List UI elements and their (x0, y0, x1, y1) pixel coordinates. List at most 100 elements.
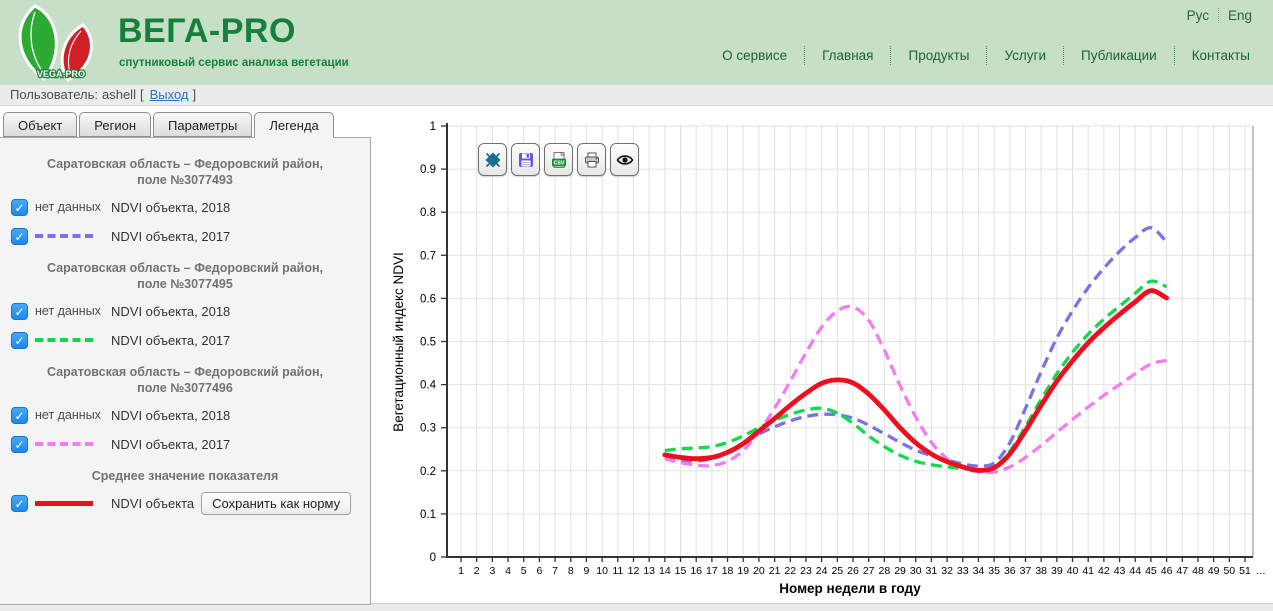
series-checkbox[interactable]: ✓ (11, 303, 28, 320)
svg-text:9: 9 (584, 565, 590, 577)
nav-products[interactable]: Продукты (890, 46, 986, 65)
svg-text:3: 3 (489, 565, 495, 577)
tab-parameters[interactable]: Параметры (153, 112, 252, 137)
collapse-icon (484, 151, 502, 169)
nav-home[interactable]: Главная (804, 46, 890, 65)
series-label: NDVI объекта (111, 496, 194, 511)
legend-row: ✓ нет данных NDVI объекта, 2018 (11, 301, 370, 321)
legend-average-title: Среднее значение показателя (0, 468, 370, 484)
series-label: NDVI объекта, 2018 (111, 200, 230, 215)
svg-text:5: 5 (521, 565, 527, 577)
series-checkbox[interactable]: ✓ (11, 199, 28, 216)
svg-text:45: 45 (1145, 565, 1157, 577)
svg-text:49: 49 (1208, 565, 1220, 577)
chart-tick-labels: 00.10.20.30.40.50.60.70.80.9112345678910… (420, 121, 1266, 577)
svg-text:41: 41 (1082, 565, 1094, 577)
svg-text:47: 47 (1176, 565, 1188, 577)
tab-object[interactable]: Объект (3, 112, 77, 137)
svg-text:18: 18 (722, 565, 734, 577)
svg-text:22: 22 (784, 565, 796, 577)
legend-region: Саратовская область – Федоровский район, (47, 261, 323, 275)
svg-text:32: 32 (941, 565, 953, 577)
tab-legend[interactable]: Легенда (254, 112, 333, 138)
svg-text:12: 12 (628, 565, 640, 577)
lang-eng-link[interactable]: Eng (1218, 8, 1261, 23)
page-title: ВЕГА-PRO (118, 12, 296, 51)
series-checkbox[interactable]: ✓ (11, 436, 28, 453)
svg-text:23: 23 (800, 565, 812, 577)
no-data-text: нет данных (35, 304, 101, 318)
save-as-norm-button[interactable]: Сохранить как норму (201, 492, 351, 515)
lang-rus-link[interactable]: Рус (1178, 8, 1218, 23)
svg-text:29: 29 (894, 565, 906, 577)
series-label: NDVI объекта, 2018 (111, 304, 230, 319)
ndvi-chart: 00.10.20.30.40.50.60.70.80.9112345678910… (372, 106, 1273, 603)
svg-text:46: 46 (1161, 565, 1173, 577)
logout-link[interactable]: Выход (150, 87, 189, 102)
tab-region[interactable]: Регион (79, 112, 151, 137)
svg-text:34: 34 (973, 565, 985, 577)
nav-contacts[interactable]: Контакты (1174, 46, 1267, 65)
svg-text:50: 50 (1223, 565, 1235, 577)
svg-text:24: 24 (816, 565, 828, 577)
legend-group-title: Саратовская область – Федоровский район,… (0, 364, 370, 396)
svg-text:38: 38 (1035, 565, 1047, 577)
svg-text:13: 13 (643, 565, 655, 577)
visibility-button[interactable] (610, 143, 639, 176)
svg-text:36: 36 (1004, 565, 1016, 577)
svg-text:33: 33 (957, 565, 969, 577)
print-button[interactable] (577, 143, 606, 176)
series-checkbox[interactable]: ✓ (11, 495, 28, 512)
svg-text:42: 42 (1098, 565, 1110, 577)
svg-text:0.1: 0.1 (420, 509, 436, 521)
svg-text:0.3: 0.3 (420, 423, 436, 435)
x-axis-title: Номер недели в году (779, 581, 921, 596)
svg-text:17: 17 (706, 565, 718, 577)
legend-region: Саратовская область – Федоровский район, (47, 365, 323, 379)
series-label: NDVI объекта, 2017 (111, 229, 230, 244)
svg-text:11: 11 (612, 565, 623, 577)
svg-text:14: 14 (659, 565, 671, 577)
series-checkbox[interactable]: ✓ (11, 332, 28, 349)
bracket-close: ] (192, 87, 196, 102)
sidebar-tabs: Объект Регион Параметры Легенда (3, 112, 336, 137)
svg-text:8: 8 (568, 565, 574, 577)
legend-group-title: Саратовская область – Федоровский район,… (0, 260, 370, 292)
svg-text:48: 48 (1192, 565, 1204, 577)
eye-icon (616, 151, 634, 169)
svg-text:2: 2 (474, 565, 480, 577)
csv-file-icon: CSV (550, 151, 568, 169)
save-icon (517, 151, 535, 169)
csv-export-button[interactable]: CSV (544, 143, 573, 176)
svg-text:51: 51 (1239, 565, 1251, 577)
legend-row: ✓ нет данных NDVI объекта, 2018 (11, 197, 370, 217)
legend-field: поле №3077496 (137, 381, 233, 395)
series-checkbox[interactable]: ✓ (11, 228, 28, 245)
nav-publications[interactable]: Публикации (1063, 46, 1174, 65)
series-checkbox[interactable]: ✓ (11, 407, 28, 424)
svg-text:0.7: 0.7 (420, 250, 436, 262)
legend-row: ✓ нет данных NDVI объекта, 2018 (11, 405, 370, 425)
legend-line-sample (35, 501, 93, 506)
svg-text:0.2: 0.2 (420, 466, 436, 478)
legend-row: ✓ NDVI объекта, 2017 (11, 226, 370, 246)
chart-gridlines (447, 126, 1253, 557)
collapse-button[interactable] (478, 143, 507, 176)
series-label: NDVI объекта, 2017 (111, 437, 230, 452)
series-label: NDVI объекта, 2017 (111, 333, 230, 348)
nav-about[interactable]: О сервисе (705, 46, 804, 65)
legend-group-title: Саратовская область – Федоровский район,… (0, 156, 370, 188)
save-button[interactable] (511, 143, 540, 176)
legend-region: Саратовская область – Федоровский район, (47, 157, 323, 171)
y-axis-title: Вегетационный индекс NDVI (391, 252, 406, 432)
legend-panel: Саратовская область – Федоровский район,… (0, 137, 371, 605)
legend-row: ✓ NDVI объекта, 2017 (11, 330, 370, 350)
nav-services[interactable]: Услуги (986, 46, 1063, 65)
vega-pro-logo: VEGA-PRO (8, 3, 108, 83)
no-data-text: нет данных (35, 200, 101, 214)
svg-text:37: 37 (1020, 565, 1032, 577)
user-label: Пользователь: (10, 87, 98, 102)
svg-text:0.6: 0.6 (420, 293, 436, 305)
language-switch: Рус Eng (1178, 8, 1261, 23)
svg-text:40: 40 (1067, 565, 1079, 577)
